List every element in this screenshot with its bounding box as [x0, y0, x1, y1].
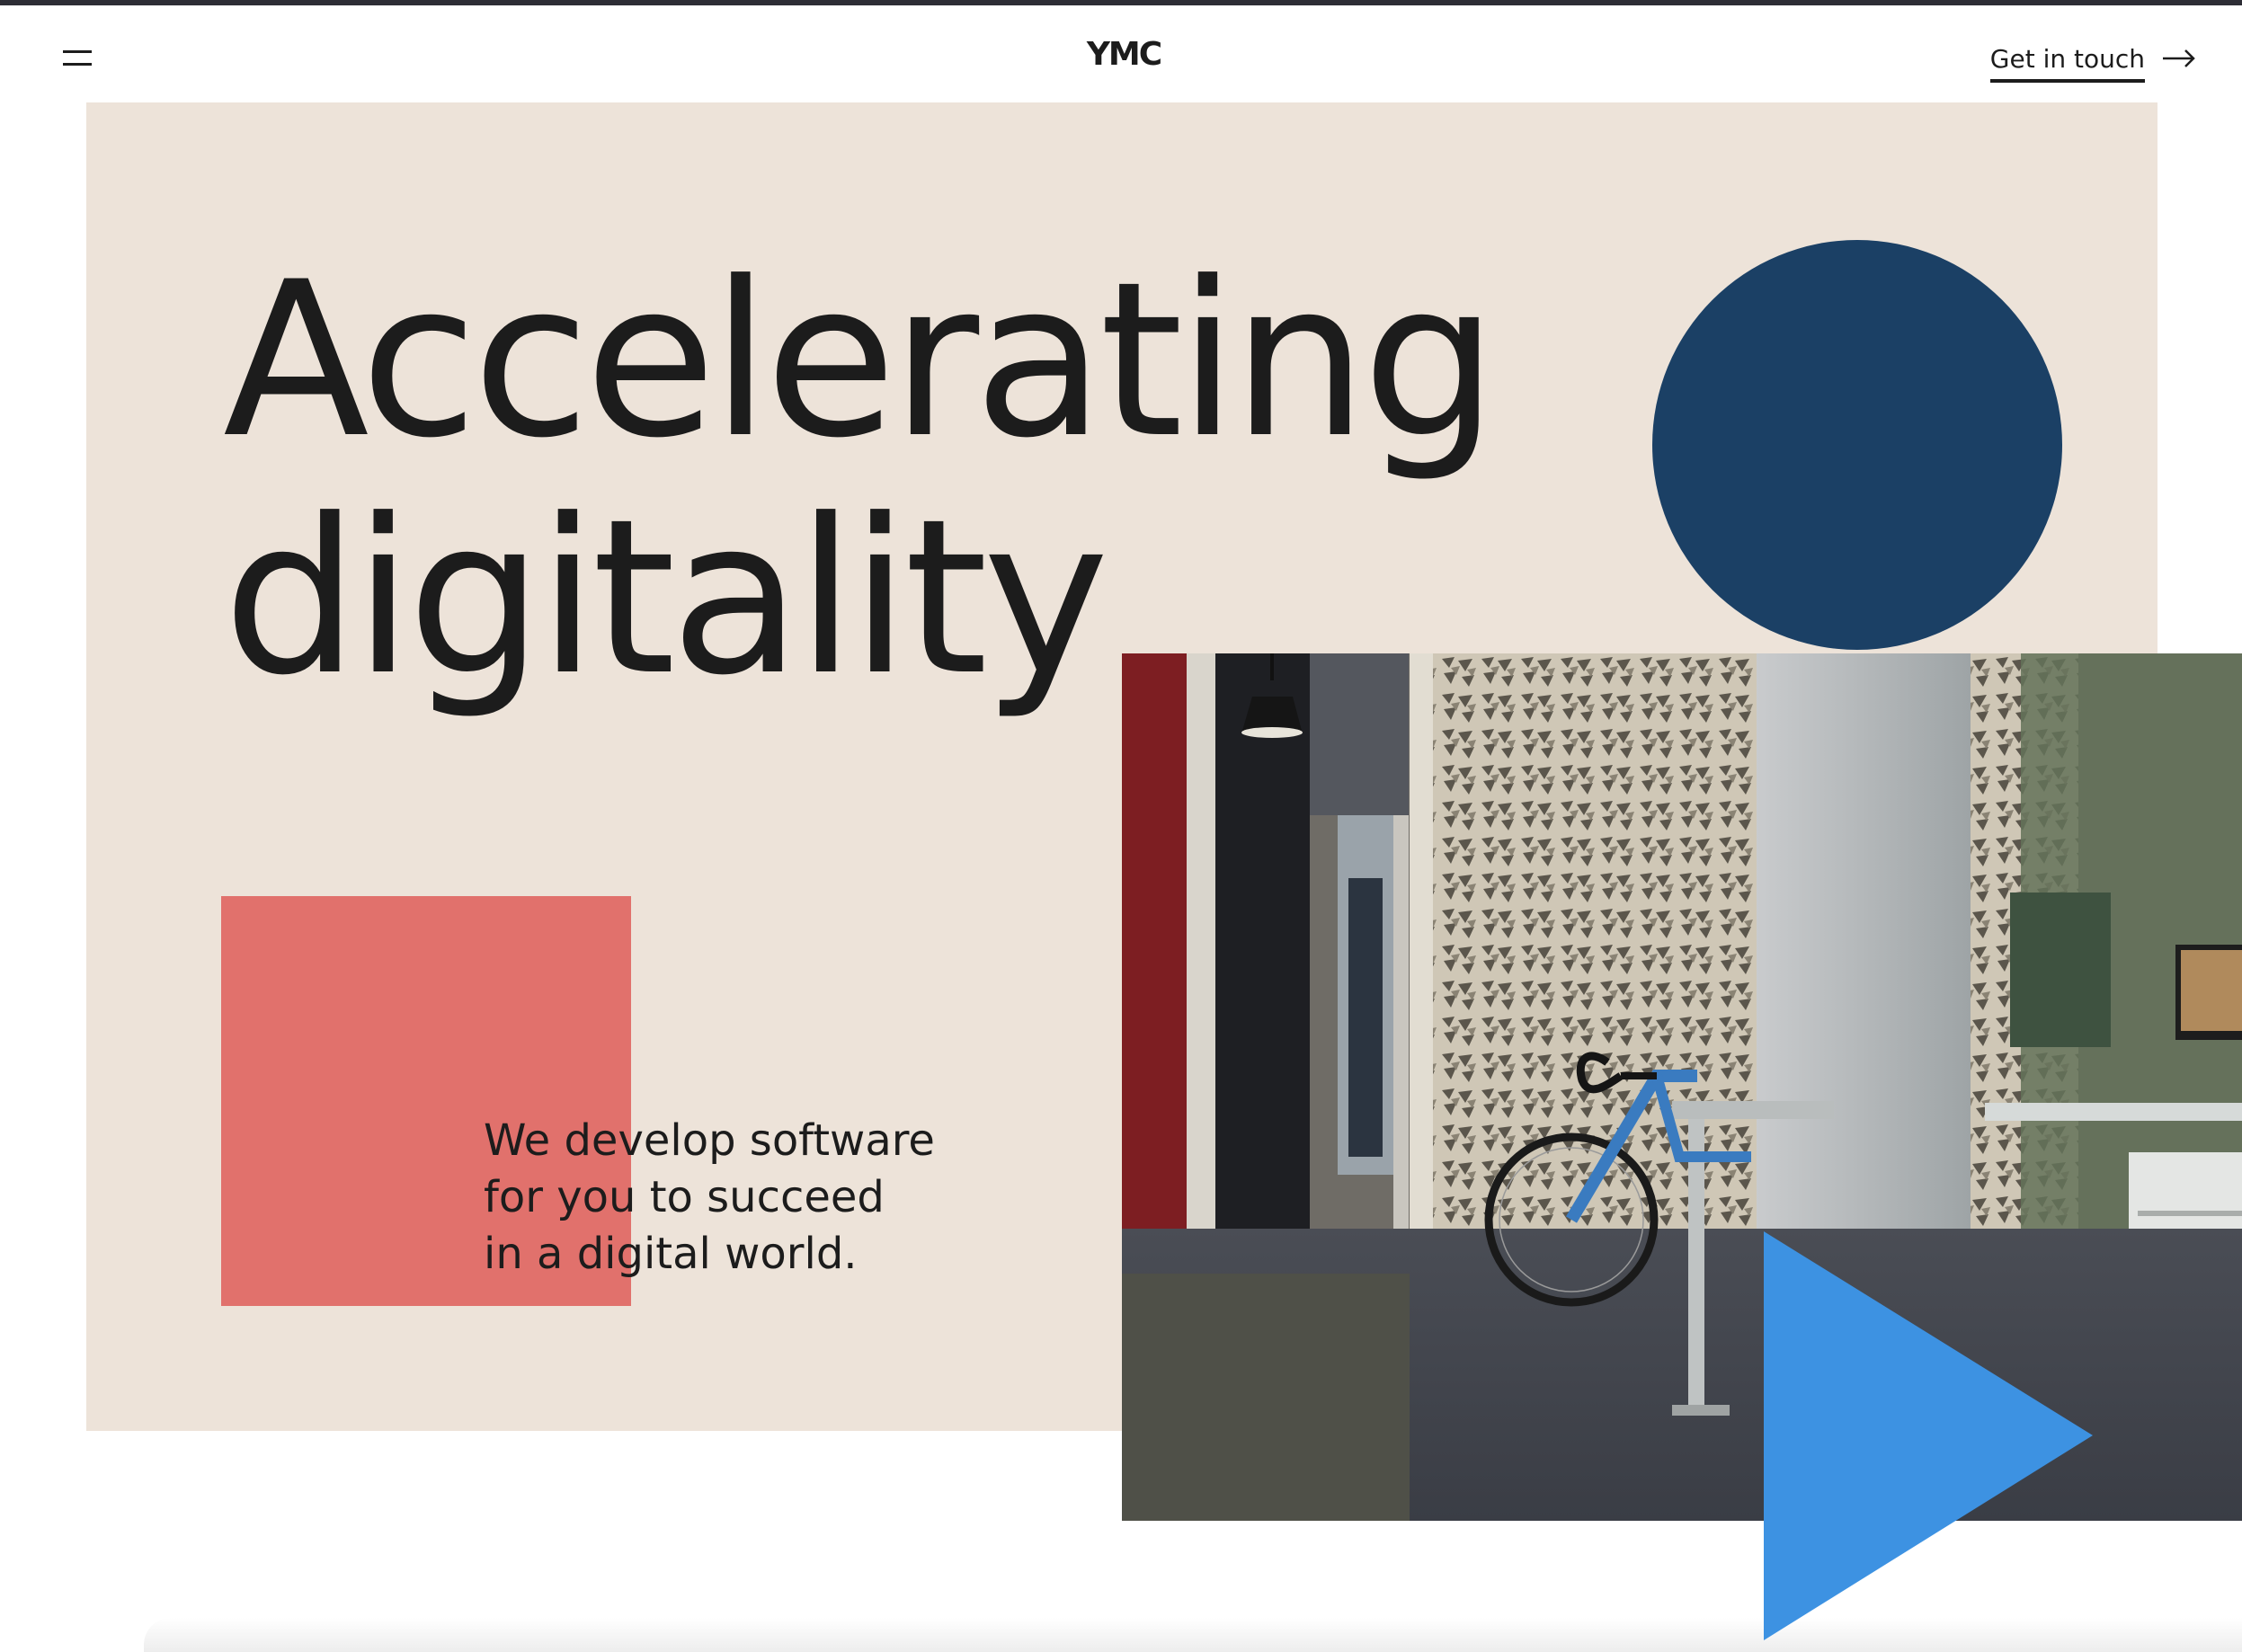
headline-line: Accelerating: [223, 236, 1498, 485]
tagline-line: We develop software: [484, 1115, 935, 1166]
get-in-touch-label: Get in touch: [1989, 40, 2145, 83]
hero-headline: Accelerating digitality: [223, 243, 1607, 717]
menu-bar: [63, 63, 92, 66]
menu-bar: [63, 50, 92, 53]
site-header: YMC Get in touch: [0, 5, 2242, 102]
hero-tagline: We develop software for you to succeed i…: [484, 1113, 1041, 1283]
get-in-touch-link[interactable]: Get in touch: [1989, 40, 2197, 84]
play-icon[interactable]: [1764, 1231, 2093, 1640]
logo[interactable]: YMC: [1070, 38, 1178, 72]
decorative-circle: [1652, 240, 2062, 650]
hamburger-menu-icon[interactable]: [58, 43, 101, 75]
tagline-line: in a digital world.: [484, 1229, 858, 1279]
arrow-right-icon: [2163, 49, 2195, 67]
tagline-line: for you to succeed: [484, 1172, 885, 1222]
